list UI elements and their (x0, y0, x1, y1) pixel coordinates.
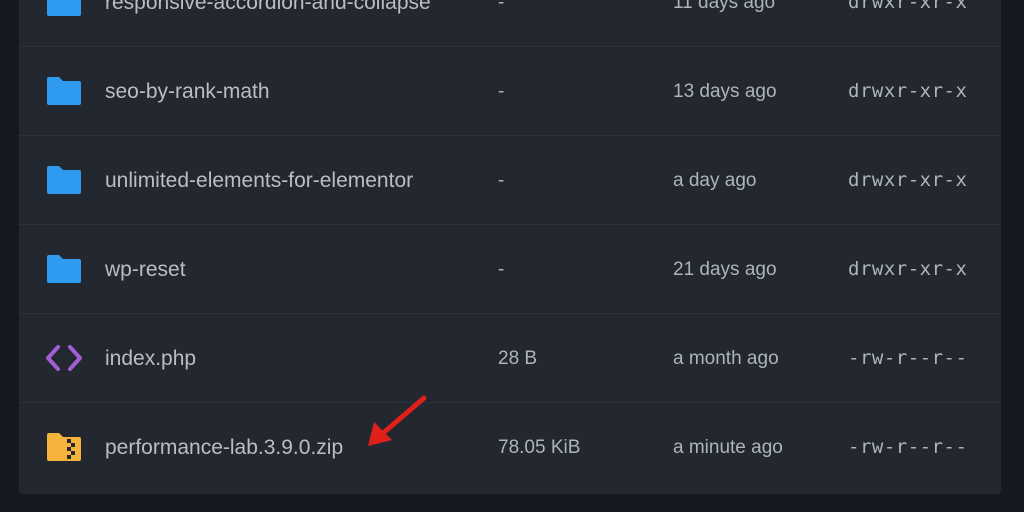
file-row[interactable]: seo-by-rank-math - 13 days ago drwxr-xr-… (19, 47, 1001, 136)
folder-icon (47, 0, 81, 16)
file-size: - (498, 81, 505, 102)
file-modified: a month ago (673, 348, 779, 369)
file-name[interactable]: wp-reset (105, 225, 186, 314)
file-row[interactable]: responsive-accordion-and-collapse - 11 d… (19, 0, 1001, 47)
file-permissions: -rw-r--r-- (848, 436, 968, 458)
file-name[interactable]: unlimited-elements-for-elementor (105, 136, 413, 225)
folder-icon (47, 77, 81, 105)
file-row[interactable]: index.php 28 B a month ago -rw-r--r-- (19, 314, 1001, 403)
file-name[interactable]: performance-lab.3.9.0.zip (105, 403, 343, 492)
file-modified: 13 days ago (673, 81, 777, 102)
file-permissions: -rw-r--r-- (848, 347, 968, 369)
file-modified: 11 days ago (673, 0, 776, 13)
red-arrow-icon (368, 395, 427, 446)
code-file-icon (46, 345, 82, 371)
file-size: 28 B (498, 348, 538, 369)
zip-file-icon (47, 433, 81, 461)
file-permissions: drwxr-xr-x (848, 0, 968, 13)
file-row[interactable]: wp-reset - 21 days ago drwxr-xr-x (19, 225, 1001, 314)
file-modified: a minute ago (673, 437, 783, 458)
folder-icon (47, 166, 81, 194)
file-size: 78.05 KiB (498, 437, 581, 458)
file-manager-page: responsive-accordion-and-collapse - 11 d… (0, 0, 1024, 512)
file-row[interactable]: unlimited-elements-for-elementor - a day… (19, 136, 1001, 225)
folder-icon (47, 255, 81, 283)
file-permissions: drwxr-xr-x (848, 258, 968, 280)
file-name[interactable]: responsive-accordion-and-collapse (105, 0, 431, 47)
file-size: - (498, 0, 505, 13)
file-name[interactable]: seo-by-rank-math (105, 47, 270, 136)
file-list-panel: responsive-accordion-and-collapse - 11 d… (19, 0, 1001, 494)
file-permissions: drwxr-xr-x (848, 80, 968, 102)
file-modified: a day ago (673, 170, 757, 191)
file-size: - (498, 259, 505, 280)
file-modified: 21 days ago (673, 259, 777, 280)
file-size: - (498, 170, 505, 191)
file-permissions: drwxr-xr-x (848, 169, 968, 191)
file-name[interactable]: index.php (105, 314, 196, 403)
file-row[interactable]: performance-lab.3.9.0.zip 78.05 KiB a mi… (19, 403, 1001, 492)
